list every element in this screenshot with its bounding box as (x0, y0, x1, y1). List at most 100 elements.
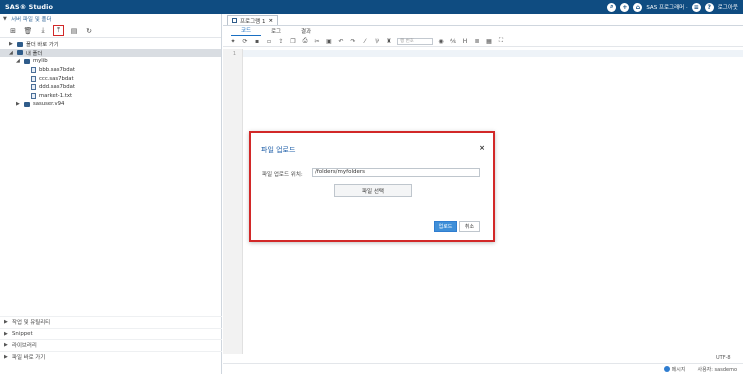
expand-icon[interactable]: ▶ (16, 101, 21, 107)
info-icon (663, 366, 670, 372)
messages-label: 메시지 (671, 366, 686, 373)
server-files-section-header[interactable]: ▼ 서버 파일 및 폴더 (0, 14, 221, 24)
folder-icon (24, 58, 30, 64)
choose-file-button[interactable]: 파일 선택 (334, 184, 412, 197)
menu-icon[interactable]: ≡ (691, 2, 701, 12)
home-icon[interactable]: ⌂ (633, 2, 643, 12)
upload-button[interactable]: 업로드 (434, 221, 457, 232)
new-icon[interactable]: + (620, 2, 630, 12)
tab-program-1[interactable]: 프로그램 1 × (227, 15, 279, 25)
tree-item[interactable]: ▶ 폴더 바로 가기 (0, 40, 221, 49)
encoding-label: UTF-8 (716, 355, 731, 361)
tree-item[interactable]: ccc.sas7bdat (0, 74, 221, 83)
format-icon[interactable]: ⅌ (373, 37, 381, 45)
file-tree: ▶ 폴더 바로 가기 ◢ 내 폴더 ◢ mylib bbb.sas7bdat ccc.sas7… (0, 38, 221, 109)
save-icon[interactable]: ▪ (253, 38, 261, 45)
header-actions: ⌕ + ⌂ SAS 프로그래머 · ≡ ? 로그아웃 (607, 2, 738, 12)
tree-item-label: market-1.txt (39, 92, 73, 99)
tree-item[interactable]: ◢ 내 폴더 (0, 48, 221, 58)
sub-tab[interactable]: 결과 (291, 27, 321, 36)
accordion-label: 파일 바로 가기 (12, 354, 46, 361)
messages-link[interactable]: 메시지 (663, 366, 686, 373)
search-icon[interactable]: ⌕ (607, 2, 617, 12)
dialog-title: 파일 업로드 (261, 146, 296, 154)
cancel-button[interactable]: 취소 (459, 221, 480, 232)
app-title: SAS® Studio (5, 3, 54, 11)
print-icon[interactable]: ⎙ (301, 37, 309, 45)
refresh-icon[interactable]: ↻ (84, 26, 94, 36)
tree-item[interactable]: ddd.sas7bdat (0, 83, 221, 92)
tree-item[interactable]: ◢ mylib (0, 57, 221, 66)
properties-icon[interactable]: ▤ (69, 26, 79, 36)
run-icon[interactable]: ✦ (229, 38, 237, 45)
html-icon[interactable]: H (461, 38, 469, 45)
sub-tab[interactable]: 코드 (231, 26, 261, 36)
tree-item-label: 내 폴더 (26, 50, 43, 57)
upload-location-field[interactable]: /folders/myfolders (312, 168, 480, 177)
app-header: SAS® Studio ⌕ + ⌂ SAS 프로그래머 · ≡ ? 로그아웃 (0, 0, 743, 14)
line-number-input[interactable]: 행 번호 (397, 37, 433, 45)
program-icon (232, 18, 237, 23)
tree-item-label: 폴더 바로 가기 (26, 42, 59, 49)
expand-icon: ▶ (4, 330, 8, 337)
layout-icon[interactable]: ▦ (485, 38, 493, 45)
expand-icon[interactable]: ◢ (16, 58, 21, 64)
export-icon[interactable]: ⇪ (277, 38, 285, 45)
line-number: 1 (232, 51, 236, 57)
list-icon[interactable]: ≣ (473, 38, 481, 45)
cut-icon[interactable]: ✂ (313, 38, 321, 45)
accordion-label: 작업 및 유틸리티 (12, 320, 51, 327)
expand-icon[interactable]: ◢ (9, 50, 14, 56)
find-icon[interactable]: ♜ (385, 38, 393, 45)
folder-icon (24, 101, 30, 107)
sub-tab[interactable]: 로그 (261, 27, 291, 36)
current-line (243, 50, 743, 57)
left-panel: ▼ 서버 파일 및 폴더 ⊞ 🗑 ⤓ ⤒ ▤ ↻ ▶ 폴더 바로 가기 ◢ 내 폴더 ◢… (0, 14, 222, 374)
maximize-icon[interactable]: ⛶ (497, 37, 505, 45)
accordion-section[interactable]: ▶ 작업 및 유틸리티 (0, 316, 222, 328)
new-item-icon[interactable]: ⊞ (8, 26, 18, 36)
accordion-sections: ▶ 작업 및 유틸리티 ▶ Snippet ▶ 라이브러리 ▶ 파일 바로 가기 (0, 316, 222, 362)
goto-icon[interactable]: ◉ (437, 38, 445, 45)
close-icon[interactable]: × (479, 144, 485, 152)
file-icon (31, 84, 36, 91)
undo-icon[interactable]: ↶ (337, 38, 345, 45)
folder-icon (17, 41, 23, 47)
run-options-icon[interactable]: ⟳ (241, 38, 249, 45)
file-toolbar: ⊞ 🗑 ⤓ ⤒ ▤ ↻ (0, 24, 221, 38)
help-icon[interactable]: ? (704, 2, 714, 12)
tab-label: 프로그램 1 (240, 18, 266, 25)
delete-icon[interactable]: 🗑 (23, 26, 33, 36)
expand-icon[interactable]: ▶ (9, 41, 14, 47)
accordion-section[interactable]: ▶ 파일 바로 가기 (0, 350, 222, 363)
tree-item-label: ccc.sas7bdat (39, 75, 74, 82)
upload-dialog: 파일 업로드 × 파일 업로드 위치: /folders/myfolders 파… (249, 131, 495, 242)
file-icon (31, 67, 36, 74)
accordion-label: 라이브러리 (12, 343, 37, 350)
redo-icon[interactable]: ↷ (349, 38, 357, 45)
tree-item[interactable]: market-1.txt (0, 92, 221, 101)
code-toolbar: ✦ ⟳ ▪ ▫ ⇪ ❐ ⎙ ✂ ▣ ↶ ↷ ⁄ ⅌ ♜ 행 번호 ◉ ⅍ H ≣… (223, 36, 743, 47)
line-gutter: 1 (223, 49, 243, 354)
comment-icon[interactable]: ⁄ (361, 38, 369, 45)
close-icon[interactable]: × (269, 18, 274, 24)
download-icon[interactable]: ⤓ (38, 26, 48, 36)
save-as-icon[interactable]: ▫ (265, 38, 273, 45)
tree-item[interactable]: bbb.sas7bdat (0, 66, 221, 75)
upload-file-icon[interactable]: ⤒ (53, 25, 64, 36)
status-bar: 메시지 사용자: sasdemo (223, 363, 743, 374)
accordion-section[interactable]: ▶ 라이브러리 (0, 339, 222, 351)
tree-item[interactable]: ▶ sasuser.v94 (0, 100, 221, 109)
user-label: 사용자: sasdemo (697, 366, 737, 373)
paste-icon[interactable]: ▣ (325, 38, 333, 45)
accordion-section[interactable]: ▶ Snippet (0, 327, 222, 340)
section-title: 서버 파일 및 폴더 (11, 17, 52, 23)
expand-icon: ▶ (4, 353, 8, 360)
autocomplete-icon[interactable]: ⅍ (449, 38, 457, 45)
accordion-label: Snippet (12, 330, 33, 337)
copy-icon[interactable]: ❐ (289, 38, 297, 45)
perspective-menu[interactable]: SAS 프로그래머 · (646, 3, 687, 11)
file-icon (31, 75, 36, 82)
signout-link[interactable]: 로그아웃 (718, 3, 738, 11)
tree-item-label: ddd.sas7bdat (39, 84, 75, 91)
